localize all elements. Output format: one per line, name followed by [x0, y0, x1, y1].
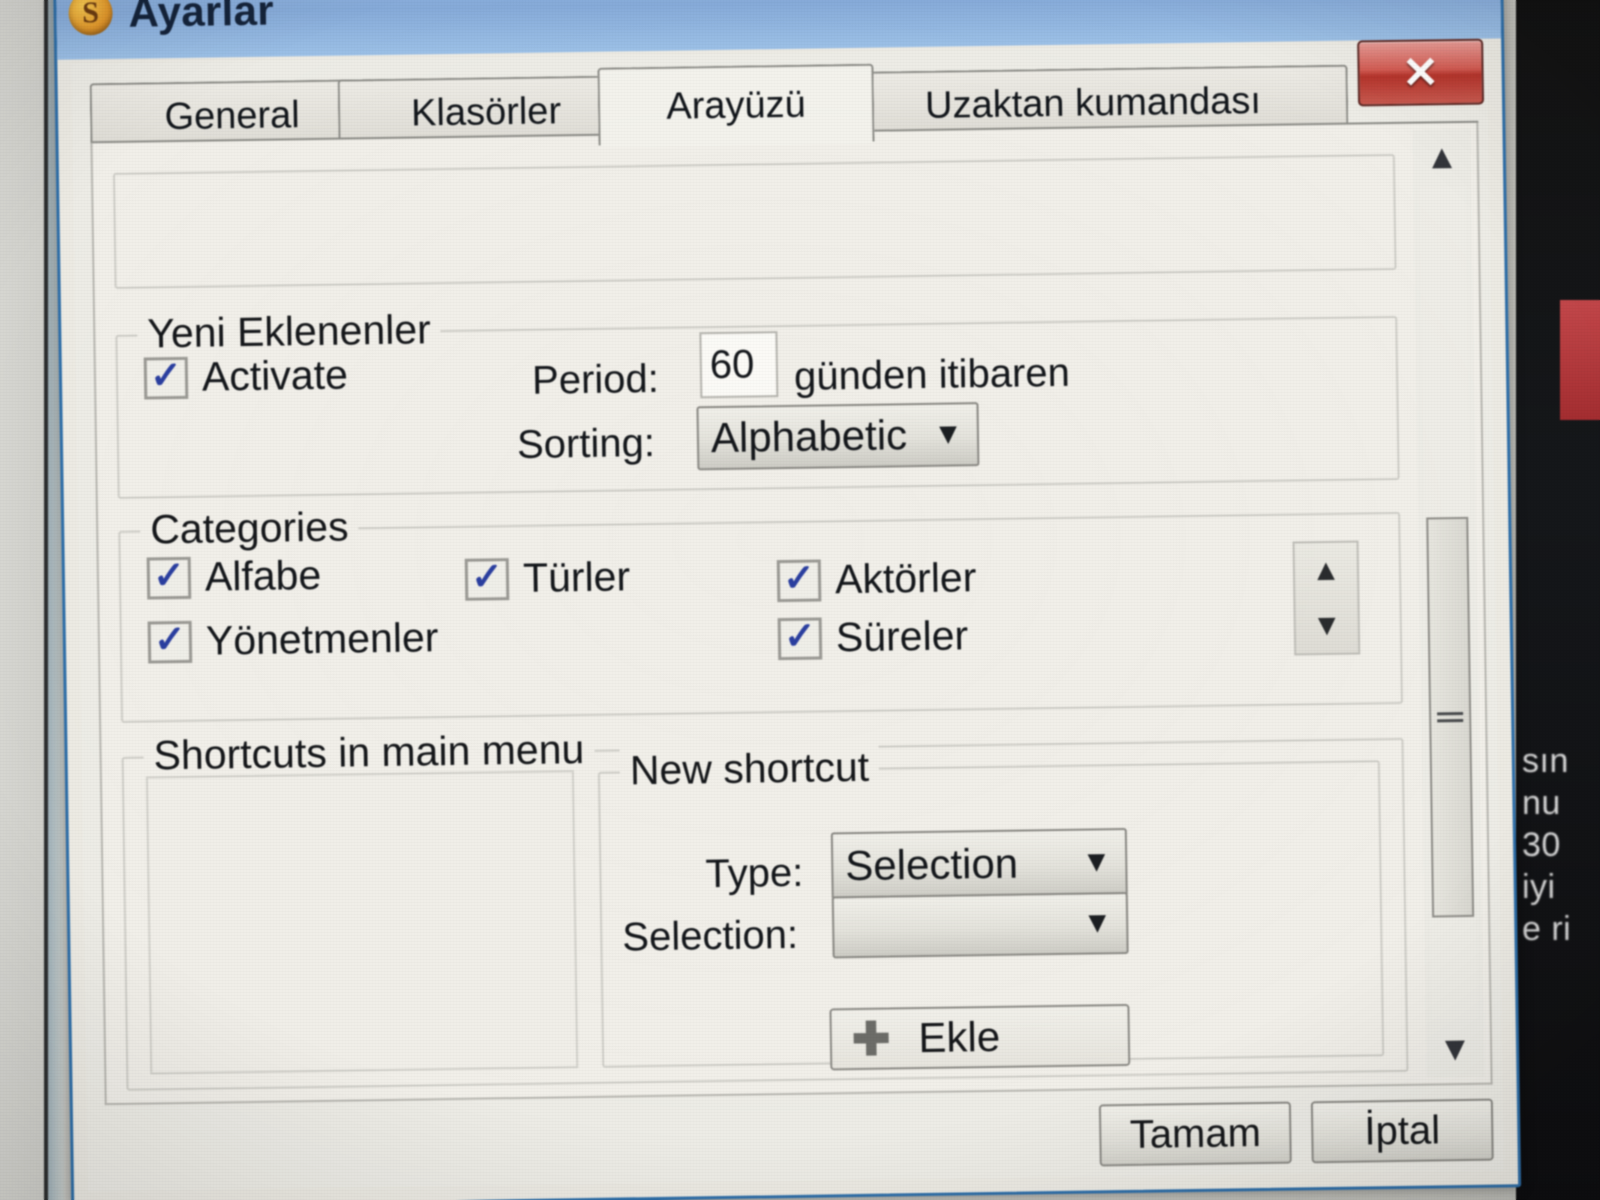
group-top-empty: [112, 153, 1397, 289]
desktop-left-strip: [0, 0, 44, 1200]
settings-window: S Ayarlar ✕ General Klasörler Arayüzü Uz…: [52, 0, 1522, 1200]
checkbox-box: ✓: [147, 618, 193, 663]
checkbox-box: ✓: [143, 354, 189, 400]
checkbox-box: ✓: [464, 555, 510, 601]
spinner-up-icon[interactable]: ▲: [1295, 543, 1358, 599]
checkbox-aktorler[interactable]: ✓ Aktörler: [776, 554, 977, 604]
tab-page-arayuzu: Yeni Eklenenler ✓ Activate Period: 60 gü…: [90, 122, 1493, 1106]
check-icon: ✓: [149, 354, 183, 397]
desktop-background-right: sın nu 30 iyi e ri: [1516, 0, 1600, 1200]
check-icon: ✓: [782, 557, 816, 600]
cancel-button[interactable]: İptal: [1310, 1098, 1494, 1164]
app-swirl-icon: S: [68, 0, 113, 36]
categories-spinner[interactable]: ▲ ▼: [1292, 540, 1361, 656]
group-title-new-shortcut: New shortcut: [619, 743, 880, 795]
label-selection: Selection:: [622, 912, 799, 960]
desktop-text-line: iyi: [1522, 868, 1556, 906]
chevron-down-icon: ▼: [932, 417, 964, 451]
desktop-text-line: e ri: [1522, 910, 1572, 948]
desktop-text-line: sın: [1522, 742, 1569, 780]
chevron-down-icon: ▼: [1082, 906, 1113, 940]
checkbox-label: Activate: [201, 351, 349, 400]
spinner-down-icon[interactable]: ▼: [1295, 598, 1358, 654]
add-shortcut-label: Ekle: [918, 1012, 1001, 1062]
add-shortcut-button[interactable]: ✚ Ekle: [829, 1003, 1131, 1071]
desktop-red-accent: [1560, 300, 1600, 420]
checkbox-yonetmenler[interactable]: ✓ Yönetmenler: [147, 614, 439, 665]
scroll-up-arrow-icon[interactable]: ▲: [1412, 129, 1471, 186]
ok-button[interactable]: Tamam: [1098, 1101, 1292, 1167]
scrollbar-thumb[interactable]: [1426, 516, 1475, 918]
close-button[interactable]: ✕: [1357, 38, 1485, 107]
photographed-screen: sın nu 30 iyi e ri S Ayarlar ✕ General K…: [0, 0, 1600, 1200]
label-period-suffix: günden itibaren: [793, 350, 1071, 399]
checkbox-label: Yönetmenler: [205, 614, 439, 664]
checkbox-label: Süreler: [835, 612, 969, 661]
checkbox-activate[interactable]: ✓ Activate: [143, 351, 349, 401]
desktop-text-line: 30: [1522, 826, 1561, 864]
check-icon: ✓: [470, 555, 504, 599]
scrollbar-grip-icon: [1437, 708, 1464, 726]
chevron-down-icon: ▼: [1081, 845, 1112, 879]
group-categories: Categories ✓ Alfabe ✓ Türler ✓ Aktörler …: [118, 503, 1403, 723]
window-client-area: General Klasörler Arayüzü Uzaktan kumand…: [71, 42, 1504, 1192]
label-sorting: Sorting:: [516, 420, 656, 467]
group-title-new-items: Yeni Eklenenler: [136, 306, 442, 358]
checkbox-label: Türler: [522, 553, 631, 601]
scroll-down-arrow-icon[interactable]: ▼: [1426, 1021, 1485, 1078]
selection-dropdown[interactable]: ▼: [831, 891, 1129, 959]
checkbox-label: Aktörler: [834, 554, 977, 603]
type-dropdown-value: Selection: [844, 839, 1019, 890]
tab-arayuzu[interactable]: Arayüzü: [597, 63, 875, 146]
label-type: Type:: [705, 850, 804, 897]
group-shortcuts: Shortcuts in main menu New shortcut Type…: [121, 725, 1409, 1091]
label-period: Period:: [531, 356, 660, 403]
window-frame: S Ayarlar ✕ General Klasörler Arayüzü Uz…: [52, 0, 1522, 1200]
checkbox-sureler[interactable]: ✓ Süreler: [777, 612, 969, 662]
window-title: Ayarlar: [128, 0, 275, 36]
checkbox-box: ✓: [776, 557, 822, 602]
plus-icon: ✚: [851, 1012, 891, 1066]
check-icon: ✓: [153, 618, 187, 661]
type-dropdown[interactable]: Selection ▼: [830, 827, 1128, 901]
settings-scroll-content: Yeni Eklenenler ✓ Activate Period: 60 gü…: [99, 130, 1425, 1097]
group-new-items: Yeni Eklenenler ✓ Activate Period: 60 gü…: [115, 306, 1400, 499]
check-icon: ✓: [152, 554, 186, 597]
check-icon: ✓: [783, 615, 817, 658]
desktop-text-line: nu: [1522, 784, 1561, 822]
checkbox-turler[interactable]: ✓ Türler: [464, 553, 631, 602]
checkbox-alfabe[interactable]: ✓ Alfabe: [146, 551, 322, 602]
group-title-categories: Categories: [139, 503, 359, 554]
checkbox-box: ✓: [777, 615, 823, 660]
group-new-shortcut: New shortcut Type: Selection ▼ Selection…: [597, 743, 1385, 1071]
sorting-dropdown-value: Alphabetic: [710, 411, 908, 462]
checkbox-label: Alfabe: [204, 551, 322, 600]
shortcuts-list[interactable]: [145, 770, 579, 1075]
period-input[interactable]: 60: [699, 331, 779, 399]
sorting-dropdown[interactable]: Alphabetic ▼: [696, 402, 980, 471]
checkbox-box: ✓: [146, 554, 192, 599]
vertical-scrollbar[interactable]: ▲ ▼: [1412, 128, 1485, 1078]
